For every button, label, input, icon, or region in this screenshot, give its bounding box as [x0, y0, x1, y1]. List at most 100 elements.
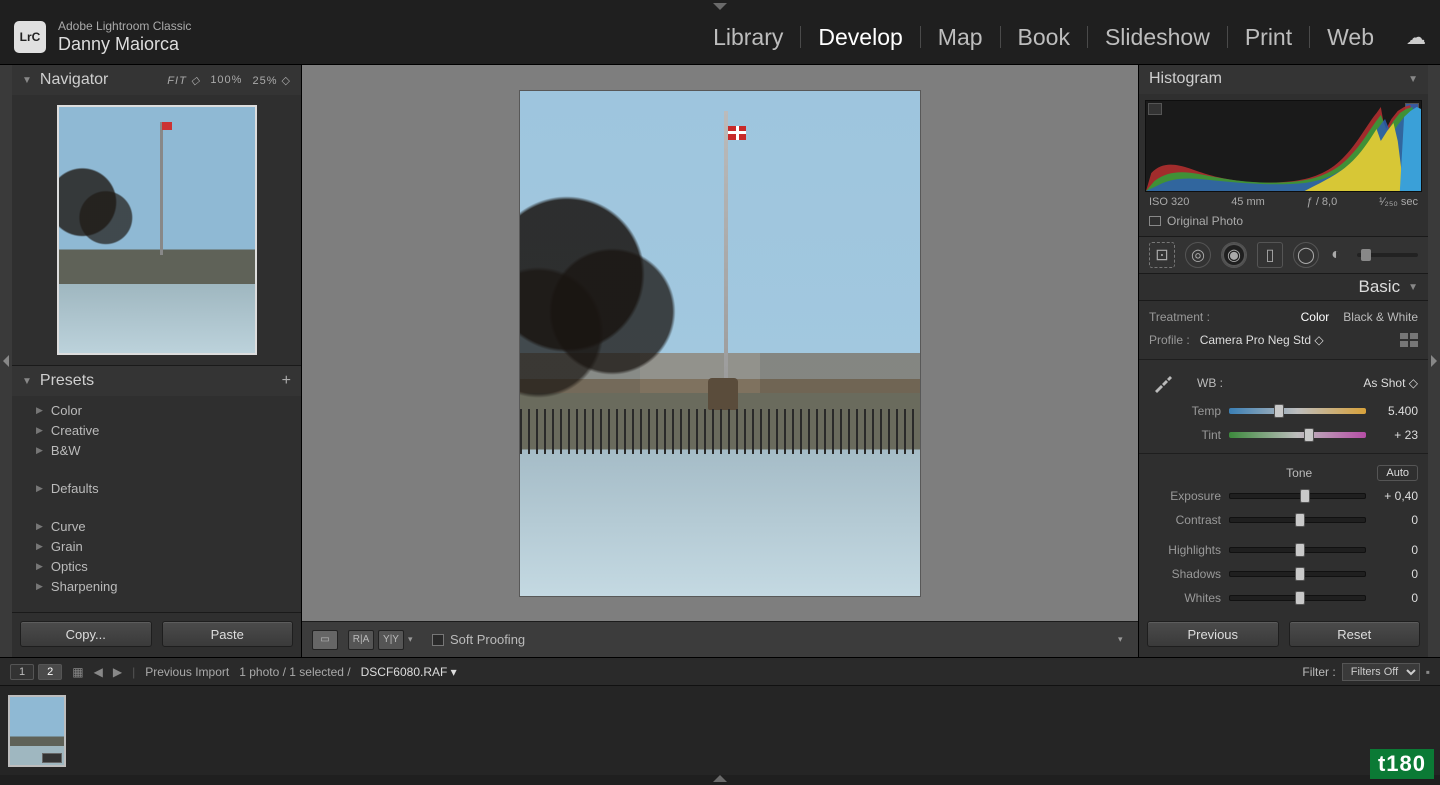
filter-label: Filter : [1302, 665, 1335, 679]
before-after-lr-button[interactable]: R|A [348, 630, 374, 650]
highlights-slider[interactable] [1229, 547, 1366, 553]
whites-value[interactable]: 0 [1374, 591, 1418, 605]
add-preset-button[interactable]: + [282, 372, 291, 390]
tool-size-slider[interactable] [1357, 253, 1418, 257]
center-toolbar: ▭ R|A Y|Y ▾ Soft Proofing ▾ [302, 621, 1138, 657]
exposure-slider[interactable] [1229, 493, 1366, 499]
module-web[interactable]: Web [1313, 18, 1388, 57]
filter-lock-icon[interactable]: ▪ [1426, 665, 1430, 679]
wb-dropdown[interactable]: As Shot ◇ [1363, 376, 1418, 390]
copy-button[interactable]: Copy... [20, 621, 152, 647]
histogram-metadata: ISO 320 45 mm ƒ / 8,0 ¹⁄₂₅₀ sec [1145, 192, 1422, 208]
profile-label: Profile : [1149, 333, 1190, 347]
left-panel-toggle[interactable] [0, 65, 12, 657]
tint-value[interactable]: + 23 [1374, 428, 1418, 442]
crop-tool[interactable]: ⊡ [1149, 242, 1175, 268]
profile-browser-icon[interactable] [1400, 333, 1418, 347]
loupe-view-button[interactable]: ▭ [312, 630, 338, 650]
histogram-graph[interactable] [1145, 100, 1422, 192]
exposure-value[interactable]: + 0,40 [1374, 489, 1418, 503]
reset-button[interactable]: Reset [1289, 621, 1421, 647]
aperture-value: ƒ / 8,0 [1307, 196, 1338, 208]
app-name-label: Adobe Lightroom Classic [58, 20, 191, 34]
preset-group-creative[interactable]: ▶Creative [12, 420, 301, 440]
temp-value[interactable]: 5.400 [1374, 404, 1418, 418]
original-photo-toggle[interactable]: Original Photo [1145, 208, 1422, 232]
right-panel-toggle[interactable] [1428, 65, 1440, 657]
contrast-value[interactable]: 0 [1374, 513, 1418, 527]
preset-group-sharpening[interactable]: ▶Sharpening [12, 576, 301, 596]
treatment-bw[interactable]: Black & White [1343, 310, 1418, 324]
toolbar-options-dropdown[interactable]: ▾ [1118, 630, 1128, 650]
cloud-sync-icon[interactable]: ☁ [1406, 25, 1426, 50]
radial-filter-tool[interactable]: ◯ [1293, 242, 1319, 268]
histogram-panel: ISO 320 45 mm ƒ / 8,0 ¹⁄₂₅₀ sec Original… [1139, 94, 1428, 236]
filmstrip-thumbnail[interactable] [8, 695, 66, 767]
right-panel: Histogram ▼ ISO 320 45 [1138, 65, 1428, 657]
exposure-label: Exposure [1149, 489, 1221, 503]
preset-group-defaults[interactable]: ▶Defaults [12, 478, 301, 498]
zoom-25[interactable]: 25% ◇ [252, 74, 291, 87]
filename-label[interactable]: DSCF6080.RAF ▾ [361, 665, 457, 679]
module-develop[interactable]: Develop [804, 18, 916, 57]
previous-button[interactable]: Previous [1147, 621, 1279, 647]
navigator-title: Navigator [40, 71, 108, 89]
navigator-preview[interactable] [12, 95, 301, 365]
wb-eyedropper-tool[interactable] [1149, 369, 1177, 397]
shadows-value[interactable]: 0 [1374, 567, 1418, 581]
module-slideshow[interactable]: Slideshow [1091, 18, 1224, 57]
watermark: t180 [1370, 749, 1434, 779]
contrast-label: Contrast [1149, 513, 1221, 527]
shadows-slider[interactable] [1229, 571, 1366, 577]
module-library[interactable]: Library [699, 18, 797, 57]
presets-header[interactable]: ▼ Presets + [12, 366, 301, 396]
filmstrip-strip[interactable] [0, 686, 1440, 775]
histogram-header[interactable]: Histogram ▼ [1139, 65, 1428, 94]
before-after-tb-button[interactable]: Y|Y [378, 630, 404, 650]
auto-tone-button[interactable]: Auto [1377, 465, 1418, 481]
before-after-dropdown[interactable]: ▾ [408, 630, 418, 650]
navigator-header[interactable]: ▼ Navigator FIT ◇ 100% 25% ◇ [12, 65, 301, 95]
redeye-tool[interactable]: ◉ [1221, 242, 1247, 268]
source-label[interactable]: Previous Import [145, 665, 229, 679]
local-tools-row: ⊡ ◎ ◉ ▯ ◯ ◐ [1139, 236, 1428, 275]
bottom-panel-toggle[interactable] [0, 775, 1440, 785]
module-map[interactable]: Map [924, 18, 997, 57]
preset-group-bw[interactable]: ▶B&W [12, 440, 301, 460]
treatment-color[interactable]: Color [1301, 310, 1330, 324]
prev-photo-icon[interactable]: ◀ [94, 665, 103, 679]
second-window-button[interactable]: 2 [38, 664, 62, 680]
top-panel-toggle[interactable] [0, 0, 1440, 10]
profile-dropdown[interactable]: Camera Pro Neg Std ◇ [1200, 333, 1324, 347]
temp-slider[interactable] [1229, 408, 1366, 414]
checkbox-icon [1149, 216, 1161, 226]
graduated-filter-tool[interactable]: ▯ [1257, 242, 1283, 268]
preset-group-curve[interactable]: ▶Curve [12, 516, 301, 536]
zoom-100[interactable]: 100% [210, 74, 242, 87]
whites-slider[interactable] [1229, 595, 1366, 601]
image-canvas[interactable] [302, 65, 1138, 621]
preset-group-optics[interactable]: ▶Optics [12, 556, 301, 576]
filter-dropdown[interactable]: Filters Off [1342, 663, 1420, 681]
preset-group-grain[interactable]: ▶Grain [12, 536, 301, 556]
basic-panel-header[interactable]: Basic ▼ [1139, 274, 1428, 301]
highlights-value[interactable]: 0 [1374, 543, 1418, 557]
brush-tool-icon[interactable]: ◐ [1329, 248, 1343, 262]
contrast-slider[interactable] [1229, 517, 1366, 523]
histogram-title: Histogram [1149, 70, 1222, 88]
grid-view-icon[interactable]: ▦ [72, 665, 83, 679]
user-name-label: Danny Maiorca [58, 34, 191, 55]
tone-label: Tone [1221, 466, 1377, 480]
module-print[interactable]: Print [1231, 18, 1306, 57]
preset-group-color[interactable]: ▶Color [12, 400, 301, 420]
spot-removal-tool[interactable]: ◎ [1185, 242, 1211, 268]
module-book[interactable]: Book [1004, 18, 1084, 57]
next-photo-icon[interactable]: ▶ [113, 665, 122, 679]
paste-button[interactable]: Paste [162, 621, 294, 647]
app-header: LrC Adobe Lightroom Classic Danny Maiorc… [0, 10, 1440, 65]
soft-proofing-checkbox[interactable]: Soft Proofing [432, 632, 525, 647]
zoom-fit[interactable]: FIT ◇ [167, 74, 200, 87]
tint-slider[interactable] [1229, 432, 1366, 438]
module-picker: Library Develop Map Book Slideshow Print… [699, 18, 1426, 57]
main-window-button[interactable]: 1 [10, 664, 34, 680]
